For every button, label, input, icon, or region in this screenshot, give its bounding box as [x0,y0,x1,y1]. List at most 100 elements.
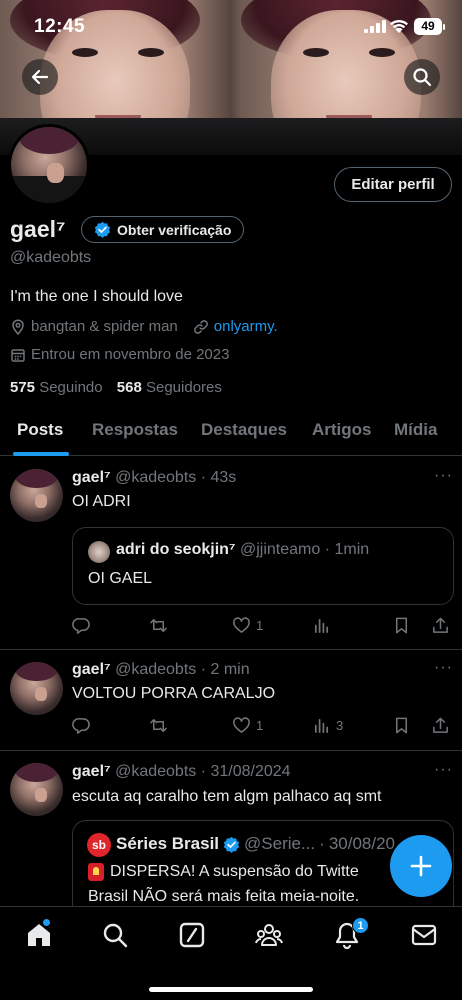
status-bar: 12:45 49 [0,0,462,54]
post-header: gael⁷ @kadeobts · 43s [72,469,237,486]
views-icon [314,618,329,634]
repost-button[interactable] [149,716,168,735]
more-options-icon[interactable]: ··· [434,659,453,677]
post-header: gael⁷ @kadeobts · 2 min [72,661,250,678]
home-indicator [149,987,313,992]
reply-icon [72,718,90,734]
profile-handle: @kadeobts [10,249,92,266]
quoted-text-line-2: Brasil NÃO será mais feita meia-noite. [88,888,360,905]
reply-icon [72,618,90,634]
post-avatar[interactable] [10,763,63,816]
following-label: Seguindo [39,379,103,396]
siren-icon [88,863,104,881]
share-button[interactable] [431,716,450,735]
home-icon[interactable] [25,921,53,949]
share-button[interactable] [431,616,450,635]
views-button[interactable]: 3 [312,716,343,735]
quoted-time: 1min [334,541,370,558]
profile-avatar[interactable] [8,124,90,206]
edit-profile-button[interactable]: Editar perfil [334,167,452,202]
verified-badge-icon [94,221,111,238]
post-author-handle: @kadeobts [115,469,197,486]
tab-highlights[interactable]: Destaques [201,420,287,440]
quoted-logo: sb [87,833,111,857]
verified-badge-icon [223,836,240,853]
post-time: 2 min [210,661,250,678]
followers-link[interactable]: 568 Seguidores [117,379,222,396]
follow-stats: 575 Seguindo 568 Seguidores [10,379,222,396]
profile-tabs: Posts Respostas Destaques Artigos Mídia [0,410,462,456]
post[interactable]: gael⁷ @kadeobts · 31/08/2024 ··· escuta … [0,751,462,930]
reply-button[interactable] [72,616,91,635]
search-icon [413,68,432,87]
profile-joined: Entrou em novembro de 2023 [31,346,230,363]
post-author-handle: @kadeobts [115,763,197,780]
like-count: 1 [256,718,264,733]
view-count: 3 [336,718,344,733]
followers-label: Seguidores [145,379,222,396]
tab-media[interactable]: Mídia [394,420,437,440]
active-tab-indicator [13,452,69,456]
bookmark-button[interactable] [392,616,411,635]
back-button[interactable] [22,59,58,95]
search-button[interactable] [404,59,440,95]
following-count: 575 [10,379,36,396]
post-author-name[interactable]: gael⁷ [72,661,111,678]
profile-location: bangtan & spider man [31,318,178,335]
post-avatar[interactable] [10,662,63,715]
following-link[interactable]: 575 Seguindo [10,379,103,396]
profile-bio: I'm the one I should love [10,288,183,305]
followers-count: 568 [116,379,142,396]
more-options-icon[interactable]: ··· [434,761,453,779]
arrow-left-icon [31,69,49,85]
post[interactable]: gael⁷ @kadeobts · 43s ··· OI ADRI adri d… [0,457,462,650]
post-text: escuta aq caralho tem algm palhaco aq sm… [72,788,382,805]
quoted-author-handle: @jjinteamo [239,541,321,558]
quoted-author-handle: @Serie... [244,834,316,853]
notifications-badge: 1 [352,917,369,934]
quoted-header: adri do seokjin⁷ @jjinteamo · 1min [116,541,370,558]
location-pin-icon [12,319,24,335]
bookmark-button[interactable] [392,716,411,735]
profile-meta-row: bangtan & spider man onlyarmy. [10,318,278,335]
views-button[interactable] [312,616,331,635]
like-button[interactable]: 1 [232,616,263,635]
more-options-icon[interactable]: ··· [434,467,453,485]
tab-articles[interactable]: Artigos [312,420,372,440]
post-author-name[interactable]: gael⁷ [72,469,111,486]
tab-posts[interactable]: Posts [17,420,63,440]
communities-icon[interactable] [255,921,283,949]
repost-button[interactable] [149,616,168,635]
plus-icon [410,855,432,877]
post-text: OI ADRI [72,493,131,510]
views-icon [314,718,329,734]
reply-button[interactable] [72,716,91,735]
post-author-name[interactable]: gael⁷ [72,763,111,780]
get-verified-button[interactable]: Obter verificação [81,216,245,243]
like-button[interactable]: 1 [232,716,263,735]
bookmark-icon [395,717,408,734]
bookmark-icon [395,617,408,634]
quoted-avatar [88,541,110,563]
tab-replies[interactable]: Respostas [92,420,178,440]
profile-link[interactable]: onlyarmy. [214,318,278,335]
home-new-indicator [43,919,50,926]
post-author-handle: @kadeobts [115,661,197,678]
post-time: 31/08/2024 [210,763,291,780]
quoted-text: DISPERSA! A suspensão do Twitte [110,863,359,880]
profile-joined-row: Entrou em novembro de 2023 [10,346,229,363]
status-time: 12:45 [34,16,86,37]
post-avatar[interactable] [10,469,63,522]
post-header: gael⁷ @kadeobts · 31/08/2024 [72,763,291,780]
calendar-icon [11,348,25,362]
messages-icon[interactable] [410,921,438,949]
quoted-post[interactable]: adri do seokjin⁷ @jjinteamo · 1min OI GA… [72,527,454,605]
search-icon[interactable] [101,921,129,949]
quoted-author-name: Séries Brasil [116,834,220,853]
grok-icon[interactable] [178,921,206,949]
post-actions: 1 3 [72,716,454,738]
quoted-text: OI GAEL [88,570,153,587]
compose-post-button[interactable] [390,835,452,897]
post[interactable]: gael⁷ @kadeobts · 2 min ··· VOLTOU PORRA… [0,650,462,751]
profile-name: gael⁷ [10,216,66,242]
